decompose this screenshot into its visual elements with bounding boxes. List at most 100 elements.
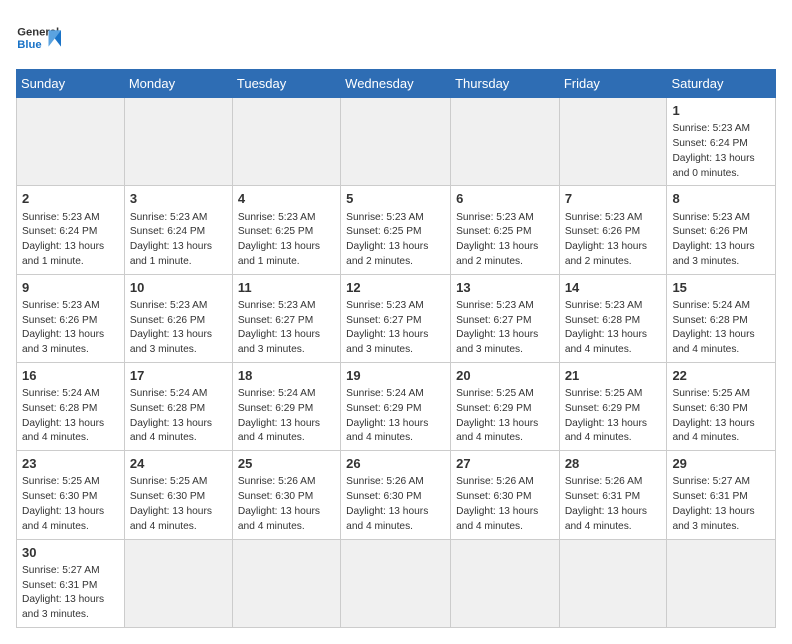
day-info: Sunrise: 5:23 AMSunset: 6:27 PMDaylight:… [456, 299, 554, 358]
day-number: 7 [565, 190, 662, 208]
day-number: 16 [22, 367, 119, 385]
day-number: 24 [130, 455, 227, 473]
day-cell: 19 Sunrise: 5:24 AMSunset: 6:29 PMDayligh… [341, 362, 451, 450]
day-cell: 22 Sunrise: 5:25 AMSunset: 6:30 PMDayligh… [667, 362, 776, 450]
day-header-friday: Friday [559, 70, 667, 98]
day-number: 18 [238, 367, 335, 385]
day-number: 28 [565, 455, 662, 473]
day-cell: 23 Sunrise: 5:25 AMSunset: 6:30 PMDayligh… [17, 451, 125, 539]
day-cell: 7 Sunrise: 5:23 AMSunset: 6:26 PMDaylight… [559, 186, 667, 274]
day-info: Sunrise: 5:24 AMSunset: 6:29 PMDaylight:… [238, 387, 335, 446]
day-info: Sunrise: 5:26 AMSunset: 6:30 PMDaylight:… [346, 475, 445, 534]
header: General Blue [16, 16, 776, 61]
day-number: 22 [672, 367, 770, 385]
day-header-tuesday: Tuesday [232, 70, 340, 98]
day-cell: 14 Sunrise: 5:23 AMSunset: 6:28 PMDayligh… [559, 274, 667, 362]
day-number: 19 [346, 367, 445, 385]
day-info: Sunrise: 5:23 AMSunset: 6:26 PMDaylight:… [565, 211, 662, 270]
day-cell: 18 Sunrise: 5:24 AMSunset: 6:29 PMDayligh… [232, 362, 340, 450]
day-info: Sunrise: 5:23 AMSunset: 6:26 PMDaylight:… [672, 211, 770, 270]
day-info: Sunrise: 5:25 AMSunset: 6:30 PMDaylight:… [22, 475, 119, 534]
day-number: 4 [238, 190, 335, 208]
day-info: Sunrise: 5:27 AMSunset: 6:31 PMDaylight:… [672, 475, 770, 534]
day-cell [559, 98, 667, 186]
day-cell: 28 Sunrise: 5:26 AMSunset: 6:31 PMDayligh… [559, 451, 667, 539]
day-cell: 17Sunrise: 5:24 AMSunset: 6:28 PMDayligh… [124, 362, 232, 450]
day-info: Sunrise: 5:25 AMSunset: 6:29 PMDaylight:… [456, 387, 554, 446]
week-row-6: 30 Sunrise: 5:27 AMSunset: 6:31 PMDayligh… [17, 539, 776, 627]
day-cell: 6Sunrise: 5:23 AMSunset: 6:25 PMDaylight… [451, 186, 560, 274]
day-info: Sunrise: 5:23 AMSunset: 6:26 PMDaylight:… [130, 299, 227, 358]
day-number: 2 [22, 190, 119, 208]
day-cell [451, 98, 560, 186]
day-info: Sunrise: 5:24 AMSunset: 6:29 PMDaylight:… [346, 387, 445, 446]
day-info: Sunrise: 5:26 AMSunset: 6:30 PMDaylight:… [456, 475, 554, 534]
day-header-wednesday: Wednesday [341, 70, 451, 98]
day-info: Sunrise: 5:23 AMSunset: 6:24 PMDaylight:… [130, 211, 227, 270]
day-cell: 12 Sunrise: 5:23 AMSunset: 6:27 PMDayligh… [341, 274, 451, 362]
day-cell: 20Sunrise: 5:25 AMSunset: 6:29 PMDayligh… [451, 362, 560, 450]
day-info: Sunrise: 5:25 AMSunset: 6:30 PMDaylight:… [130, 475, 227, 534]
day-cell: 26 Sunrise: 5:26 AMSunset: 6:30 PMDayligh… [341, 451, 451, 539]
day-cell: 16Sunrise: 5:24 AMSunset: 6:28 PMDayligh… [17, 362, 125, 450]
day-info: Sunrise: 5:23 AMSunset: 6:24 PMDaylight:… [22, 211, 119, 270]
day-info: Sunrise: 5:27 AMSunset: 6:31 PMDaylight:… [22, 564, 119, 623]
week-row-4: 16Sunrise: 5:24 AMSunset: 6:28 PMDayligh… [17, 362, 776, 450]
day-cell: 29Sunrise: 5:27 AMSunset: 6:31 PMDayligh… [667, 451, 776, 539]
day-number: 11 [238, 279, 335, 297]
week-row-2: 2 Sunrise: 5:23 AMSunset: 6:24 PMDaylight… [17, 186, 776, 274]
svg-text:Blue: Blue [17, 39, 41, 51]
day-cell: 2 Sunrise: 5:23 AMSunset: 6:24 PMDaylight… [17, 186, 125, 274]
day-info: Sunrise: 5:25 AMSunset: 6:29 PMDaylight:… [565, 387, 662, 446]
week-row-3: 9 Sunrise: 5:23 AMSunset: 6:26 PMDaylight… [17, 274, 776, 362]
day-cell [451, 539, 560, 627]
logo: General Blue [16, 16, 66, 61]
day-number: 27 [456, 455, 554, 473]
day-number: 10 [130, 279, 227, 297]
day-info: Sunrise: 5:23 AMSunset: 6:28 PMDaylight:… [565, 299, 662, 358]
day-cell: 21Sunrise: 5:25 AMSunset: 6:29 PMDayligh… [559, 362, 667, 450]
day-number: 30 [22, 544, 119, 562]
day-number: 25 [238, 455, 335, 473]
calendar-table: SundayMondayTuesdayWednesdayThursdayFrid… [16, 69, 776, 628]
day-number: 9 [22, 279, 119, 297]
day-cell [341, 539, 451, 627]
day-cell: 27 Sunrise: 5:26 AMSunset: 6:30 PMDayligh… [451, 451, 560, 539]
week-row-5: 23 Sunrise: 5:25 AMSunset: 6:30 PMDayligh… [17, 451, 776, 539]
day-number: 5 [346, 190, 445, 208]
day-info: Sunrise: 5:24 AMSunset: 6:28 PMDaylight:… [672, 299, 770, 358]
days-header-row: SundayMondayTuesdayWednesdayThursdayFrid… [17, 70, 776, 98]
day-cell: 1Sunrise: 5:23 AMSunset: 6:24 PMDaylight… [667, 98, 776, 186]
day-info: Sunrise: 5:23 AMSunset: 6:24 PMDaylight:… [672, 122, 770, 181]
calendar-body: 1Sunrise: 5:23 AMSunset: 6:24 PMDaylight… [17, 98, 776, 628]
day-cell: 13 Sunrise: 5:23 AMSunset: 6:27 PMDayligh… [451, 274, 560, 362]
day-cell [341, 98, 451, 186]
day-number: 6 [456, 190, 554, 208]
logo-icon: General Blue [16, 16, 66, 61]
day-number: 14 [565, 279, 662, 297]
day-number: 17 [130, 367, 227, 385]
day-cell: 3Sunrise: 5:23 AMSunset: 6:24 PMDaylight… [124, 186, 232, 274]
day-cell [559, 539, 667, 627]
day-number: 23 [22, 455, 119, 473]
day-number: 13 [456, 279, 554, 297]
day-info: Sunrise: 5:23 AMSunset: 6:27 PMDaylight:… [238, 299, 335, 358]
day-info: Sunrise: 5:25 AMSunset: 6:30 PMDaylight:… [672, 387, 770, 446]
day-cell: 4 Sunrise: 5:23 AMSunset: 6:25 PMDaylight… [232, 186, 340, 274]
day-cell: 30 Sunrise: 5:27 AMSunset: 6:31 PMDayligh… [17, 539, 125, 627]
day-header-sunday: Sunday [17, 70, 125, 98]
day-header-thursday: Thursday [451, 70, 560, 98]
day-info: Sunrise: 5:23 AMSunset: 6:27 PMDaylight:… [346, 299, 445, 358]
day-info: Sunrise: 5:23 AMSunset: 6:25 PMDaylight:… [238, 211, 335, 270]
day-cell: 9Sunrise: 5:23 AMSunset: 6:26 PMDaylight… [17, 274, 125, 362]
page-container: General Blue SundayMondayTuesdayWednesda… [16, 16, 776, 628]
day-info: Sunrise: 5:26 AMSunset: 6:30 PMDaylight:… [238, 475, 335, 534]
day-info: Sunrise: 5:26 AMSunset: 6:31 PMDaylight:… [565, 475, 662, 534]
day-cell [667, 539, 776, 627]
day-header-monday: Monday [124, 70, 232, 98]
week-row-1: 1Sunrise: 5:23 AMSunset: 6:24 PMDaylight… [17, 98, 776, 186]
day-number: 26 [346, 455, 445, 473]
day-cell [232, 539, 340, 627]
day-cell [17, 98, 125, 186]
day-number: 12 [346, 279, 445, 297]
